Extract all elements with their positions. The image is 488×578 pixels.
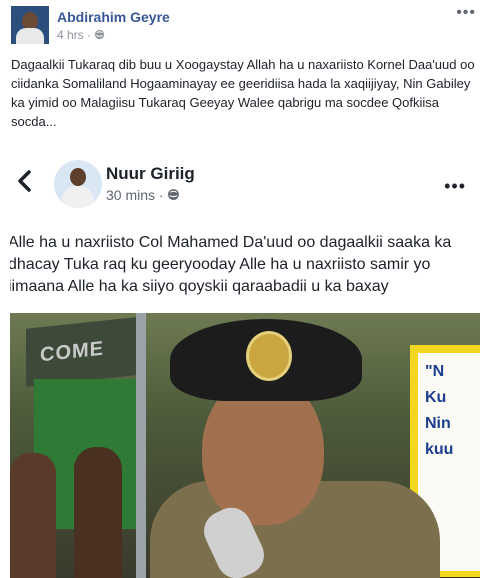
inner-author-avatar (54, 160, 102, 208)
inner-avatar-head-shape (70, 168, 86, 186)
sign-text: "N Ku Nin kuu (425, 363, 454, 458)
facebook-post: Abdirahim Geyre 4 hrs · ••• Dagaalkii Tu… (0, 0, 488, 578)
post-time[interactable]: 4 hrs (57, 28, 84, 42)
inner-avatar-body-shape (62, 186, 94, 208)
back-arrow-icon (18, 170, 31, 192)
author-avatar[interactable] (11, 6, 49, 44)
flag-pole (136, 313, 146, 578)
background-person-middle (74, 447, 122, 578)
officer-photo: COME "N Ku Nin kuu (10, 313, 480, 578)
meta-separator: · (87, 28, 92, 42)
background-person-left (10, 453, 56, 578)
inner-post-text: Alle ha u naxriisto Col Mahamed Da'uud o… (10, 234, 452, 295)
shared-screenshot-image[interactable]: Nuur Giriig 30 mins · ••• Alle ha u naxr… (10, 138, 480, 578)
inner-meta-separator: · (158, 187, 164, 203)
globe-icon (95, 29, 105, 40)
post-options-icon[interactable]: ••• (456, 4, 476, 22)
post-caption: Dagaalkii Tukaraq dib buu u Xoogaystay A… (11, 57, 475, 129)
author-name-link[interactable]: Abdirahim Geyre (57, 9, 170, 25)
beret-badge-icon (246, 331, 292, 381)
inner-author-name: Nuur Giriig (106, 164, 195, 183)
inner-post-meta: 30 mins · (106, 187, 180, 203)
inner-options-icon: ••• (444, 176, 466, 196)
inner-globe-icon (168, 189, 180, 200)
post-meta: 4 hrs · (57, 28, 105, 42)
avatar-body-shape (16, 28, 44, 44)
inner-post-time: 30 mins (106, 187, 156, 203)
